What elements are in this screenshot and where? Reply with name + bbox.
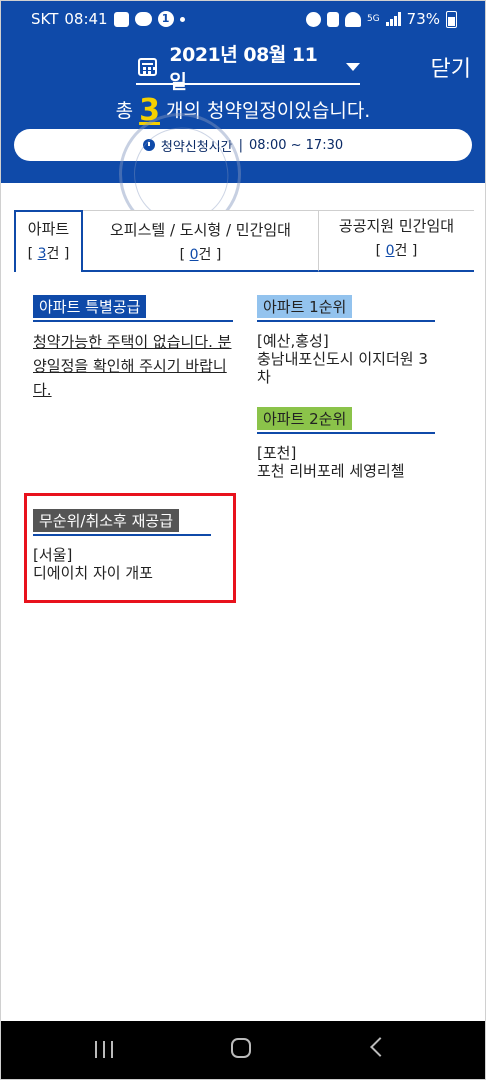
no-housing-message[interactable]: 청약가능한 주택이 없습니다. 분양일정을 확인해 주시기 바랍니다. xyxy=(33,330,233,402)
highlight-annotation-box xyxy=(24,493,236,603)
mute-icon xyxy=(326,11,339,27)
section-special-supply: 아파트 특별공급 청약가능한 주택이 없습니다. 분양일정을 확인해 주시기 바… xyxy=(33,295,233,402)
summary-prefix: 총 xyxy=(115,100,134,122)
schedule-summary: 총 3 개의 청약일정이있습니다. xyxy=(1,93,485,128)
region-label: [예산,홍성] xyxy=(257,332,329,350)
more-notifications-icon xyxy=(179,16,185,22)
time-separator: | xyxy=(238,137,244,153)
signal-icon xyxy=(385,12,401,26)
section-divider xyxy=(257,432,435,434)
system-nav-bar xyxy=(1,1021,485,1079)
section-title: 아파트 특별공급 xyxy=(33,295,147,318)
back-icon[interactable] xyxy=(370,1037,390,1057)
list-item[interactable]: [예산,홍성] 충남내포신도시 이지더원 3차 xyxy=(257,332,435,386)
tab-count: 3 xyxy=(37,246,47,262)
tab-count: 0 xyxy=(385,243,395,259)
section-title: 아파트 2순위 xyxy=(257,407,353,430)
app-frame: SKT 08:41 1 5G 73% 2021년 08월 11일 닫기 총 3 개의… xyxy=(0,0,486,1080)
recent-apps-icon[interactable] xyxy=(95,1041,115,1058)
application-time-bar: 청약신청시간 | 08:00 ~ 17:30 xyxy=(14,129,472,161)
tab-label: 오피스텔 / 도시형 / 민간임대 xyxy=(110,221,291,239)
carrier-label: SKT xyxy=(31,10,59,28)
tab-label: 아파트 xyxy=(27,220,70,238)
section-second-rank: 아파트 2순위 [포천] 포천 리버포레 세영리첼 xyxy=(257,407,435,480)
alarm-icon xyxy=(305,11,321,27)
close-button[interactable]: 닫기 xyxy=(431,51,471,83)
category-tabs: 아파트 [ 3건 ] 오피스텔 / 도시형 / 민간임대 [ 0건 ] 공공지원… xyxy=(14,210,474,272)
tab-public-rental[interactable]: 공공지원 민간임대 [ 0건 ] xyxy=(319,210,474,272)
complex-name: 포천 리버포레 세영리첼 xyxy=(257,462,405,480)
notification-count-badge: 1 xyxy=(157,11,174,27)
dropdown-caret-icon xyxy=(346,63,360,71)
battery-percent: 73% xyxy=(406,10,440,28)
tab-officetel[interactable]: 오피스텔 / 도시형 / 민간임대 [ 0건 ] xyxy=(83,210,319,272)
tab-apartment[interactable]: 아파트 [ 3건 ] xyxy=(14,210,83,272)
status-bar: SKT 08:41 1 5G 73% xyxy=(1,1,485,37)
calendar-icon xyxy=(138,58,158,76)
tab-count: 0 xyxy=(189,247,199,263)
talk-notification-icon xyxy=(134,12,152,26)
schedule-header: 2021년 08월 11일 닫기 총 3 개의 청약일정이있습니다. 청약신청시간 … xyxy=(1,37,485,183)
region-label: [포천] xyxy=(257,444,297,462)
section-title: 아파트 1순위 xyxy=(257,295,353,318)
clock-time: 08:41 xyxy=(64,10,108,28)
section-divider xyxy=(257,320,435,322)
list-item[interactable]: [포천] 포천 리버포레 세영리첼 xyxy=(257,444,435,480)
selected-date: 2021년 08월 11일 xyxy=(169,44,318,93)
application-time-range: 08:00 ~ 17:30 xyxy=(249,137,344,153)
wifi-icon xyxy=(344,11,361,27)
tab-label: 공공지원 민간임대 xyxy=(338,217,455,235)
battery-icon xyxy=(446,10,457,28)
complex-name: 충남내포신도시 이지더원 3차 xyxy=(257,350,428,386)
section-divider xyxy=(33,320,233,322)
network-type-label: 5G xyxy=(366,14,380,24)
home-icon[interactable] xyxy=(231,1038,251,1058)
date-selector[interactable]: 2021년 08월 11일 xyxy=(136,44,360,93)
gallery-notification-icon xyxy=(113,11,129,27)
section-first-rank: 아파트 1순위 [예산,홍성] 충남내포신도시 이지더원 3차 xyxy=(257,295,435,386)
